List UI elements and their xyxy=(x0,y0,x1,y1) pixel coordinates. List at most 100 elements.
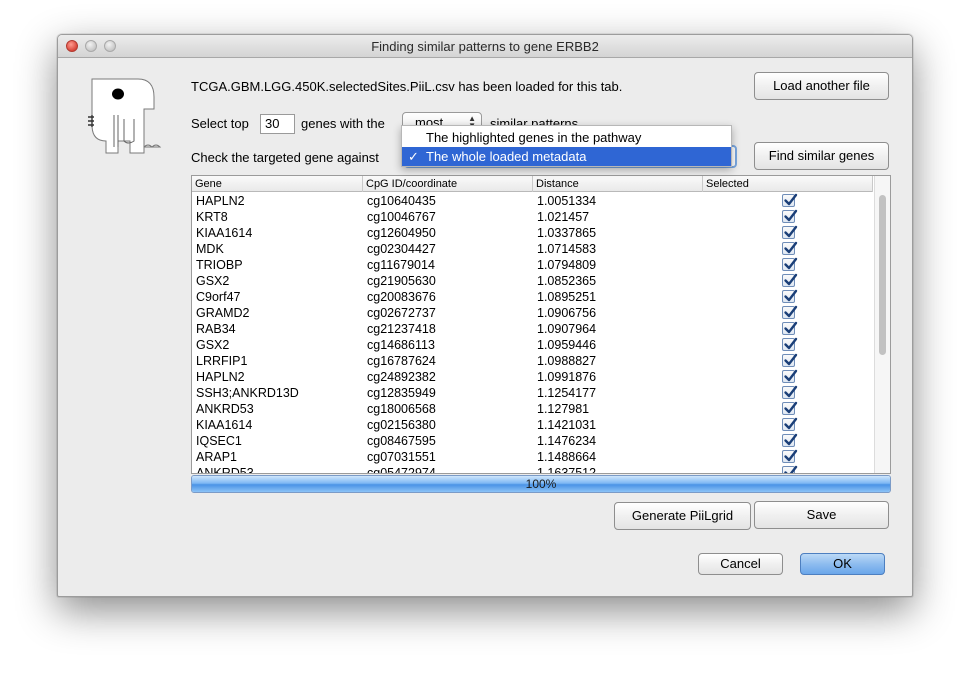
cell-gene: ANKRD53 xyxy=(196,466,254,474)
cell-distance: 1.0988827 xyxy=(537,354,597,368)
load-another-file-button[interactable]: Load another file xyxy=(754,72,889,100)
table-row[interactable]: ANKRD53 cg05472974 1.1637512 xyxy=(192,465,873,474)
cell-cpg: cg21905630 xyxy=(367,274,436,288)
selected-checkbox[interactable] xyxy=(782,257,798,271)
checkmark-icon xyxy=(784,257,798,270)
checkmark-icon xyxy=(784,449,798,462)
cell-distance: 1.1488664 xyxy=(537,450,597,464)
table-row[interactable]: SSH3;ANKRD13D cg12835949 1.1254177 xyxy=(192,385,873,401)
save-button[interactable]: Save xyxy=(754,501,889,529)
selected-checkbox[interactable] xyxy=(782,225,798,239)
cell-distance: 1.0852365 xyxy=(537,274,597,288)
table-row[interactable]: C9orf47 cg20083676 1.0895251 xyxy=(192,289,873,305)
cell-cpg: cg16787624 xyxy=(367,354,436,368)
cell-gene: TRIOBP xyxy=(196,258,243,272)
checkmark-icon xyxy=(784,433,798,446)
cell-distance: 1.0895251 xyxy=(537,290,597,304)
checkmark-icon xyxy=(784,321,798,334)
cell-gene: HAPLN2 xyxy=(196,194,245,208)
selected-checkbox[interactable] xyxy=(782,369,798,383)
cell-distance: 1.0906756 xyxy=(537,306,597,320)
generate-piilgrid-button[interactable]: Generate PiiLgrid xyxy=(614,502,751,530)
table-row[interactable]: HAPLN2 cg24892382 1.0991876 xyxy=(192,369,873,385)
table-header: Gene CpG ID/coordinate Distance Selected xyxy=(192,176,873,192)
table-row[interactable]: LRRFIP1 cg16787624 1.0988827 xyxy=(192,353,873,369)
checkmark-icon xyxy=(784,193,798,206)
selected-checkbox[interactable] xyxy=(782,465,798,473)
table-row[interactable]: GSX2 cg21905630 1.0852365 xyxy=(192,273,873,289)
check-against-label: Check the targeted gene against xyxy=(191,150,379,165)
dropdown-option-highlighted-genes[interactable]: The highlighted genes in the pathway xyxy=(402,128,731,147)
table-row[interactable]: GSX2 cg14686113 1.0959446 xyxy=(192,337,873,353)
cell-gene: KRT8 xyxy=(196,210,228,224)
find-similar-genes-button[interactable]: Find similar genes xyxy=(754,142,889,170)
scrollbar-thumb[interactable] xyxy=(879,195,886,355)
cell-distance: 1.0959446 xyxy=(537,338,597,352)
cell-cpg: cg21237418 xyxy=(367,322,436,336)
column-header-gene[interactable]: Gene xyxy=(192,176,363,192)
top-n-input[interactable]: 30 xyxy=(260,114,295,134)
table-row[interactable]: KIAA1614 cg12604950 1.0337865 xyxy=(192,225,873,241)
table-row[interactable]: ANKRD53 cg18006568 1.127981 xyxy=(192,401,873,417)
dropdown-option-whole-metadata[interactable]: ✓ The whole loaded metadata xyxy=(402,147,731,166)
selected-checkbox[interactable] xyxy=(782,241,798,255)
cancel-button[interactable]: Cancel xyxy=(698,553,783,575)
selected-checkbox[interactable] xyxy=(782,385,798,399)
cell-distance: 1.0794809 xyxy=(537,258,597,272)
column-header-distance[interactable]: Distance xyxy=(533,176,703,192)
table-body: HAPLN2 cg10640435 1.0051334 KRT8 cg10046767 1… xyxy=(192,193,873,474)
table-scrollbar[interactable] xyxy=(874,176,890,473)
table-row[interactable]: IQSEC1 cg08467595 1.1476234 xyxy=(192,433,873,449)
cell-gene: KIAA1614 xyxy=(196,418,253,432)
column-header-cpg[interactable]: CpG ID/coordinate xyxy=(363,176,533,192)
selected-checkbox[interactable] xyxy=(782,417,798,431)
checkmark-icon xyxy=(784,465,798,473)
cell-cpg: cg10640435 xyxy=(367,194,436,208)
selected-checkbox[interactable] xyxy=(782,353,798,367)
table-row[interactable]: TRIOBP cg11679014 1.0794809 xyxy=(192,257,873,273)
selected-checkbox[interactable] xyxy=(782,449,798,463)
selected-checkbox[interactable] xyxy=(782,433,798,447)
column-header-selected[interactable]: Selected xyxy=(703,176,873,192)
title-bar: Finding similar patterns to gene ERBB2 xyxy=(58,35,912,58)
selected-checkbox[interactable] xyxy=(782,273,798,287)
cell-distance: 1.0907964 xyxy=(537,322,597,336)
dropdown-option-label: The highlighted genes in the pathway xyxy=(426,130,642,145)
ok-button[interactable]: OK xyxy=(800,553,885,575)
selected-checkbox[interactable] xyxy=(782,193,798,207)
selected-checkbox[interactable] xyxy=(782,337,798,351)
checkmark-icon xyxy=(784,369,798,382)
cell-distance: 1.021457 xyxy=(537,210,590,224)
table-row[interactable]: RAB34 cg21237418 1.0907964 xyxy=(192,321,873,337)
checkmark-icon xyxy=(784,353,798,366)
checkmark-icon xyxy=(784,305,798,318)
comparison-scope-dropdown: The highlighted genes in the pathway ✓ T… xyxy=(401,125,732,167)
cell-distance: 1.1637512 xyxy=(537,466,597,474)
checkmark-icon xyxy=(784,385,798,398)
cell-gene: SSH3;ANKRD13D xyxy=(196,386,299,400)
selected-checkbox[interactable] xyxy=(782,321,798,335)
cell-distance: 1.1254177 xyxy=(537,386,597,400)
loaded-file-message: TCGA.GBM.LGG.450K.selectedSites.PiiL.csv… xyxy=(191,79,623,94)
table-row[interactable]: KRT8 cg10046767 1.021457 xyxy=(192,209,873,225)
cell-gene: LRRFIP1 xyxy=(196,354,248,368)
checkmark-icon xyxy=(784,417,798,430)
cell-gene: MDK xyxy=(196,242,224,256)
table-row[interactable]: ARAP1 cg07031551 1.1488664 xyxy=(192,449,873,465)
select-top-label: Select top xyxy=(191,116,249,131)
table-row[interactable]: HAPLN2 cg10640435 1.0051334 xyxy=(192,193,873,209)
table-row[interactable]: KIAA1614 cg02156380 1.1421031 xyxy=(192,417,873,433)
table-row[interactable]: MDK cg02304427 1.0714583 xyxy=(192,241,873,257)
selected-checkbox[interactable] xyxy=(782,209,798,223)
selected-checkbox[interactable] xyxy=(782,401,798,415)
cell-cpg: cg08467595 xyxy=(367,434,436,448)
cell-distance: 1.0051334 xyxy=(537,194,597,208)
checkmark-icon xyxy=(784,401,798,414)
dropdown-option-label: The whole loaded metadata xyxy=(426,149,587,164)
cell-distance: 1.1476234 xyxy=(537,434,597,448)
similar-genes-table: Gene CpG ID/coordinate Distance Selected… xyxy=(191,175,891,474)
selected-checkbox[interactable] xyxy=(782,305,798,319)
selected-checkbox[interactable] xyxy=(782,289,798,303)
table-row[interactable]: GRAMD2 cg02672737 1.0906756 xyxy=(192,305,873,321)
cell-distance: 1.127981 xyxy=(537,402,590,416)
